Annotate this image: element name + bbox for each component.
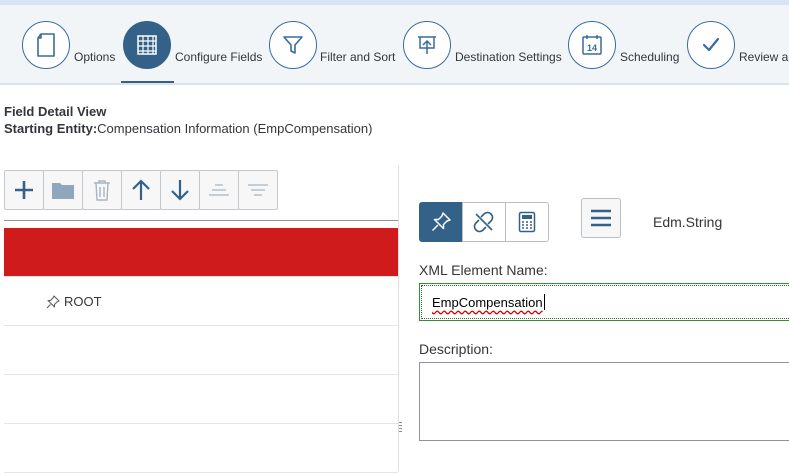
folder-icon — [52, 183, 74, 199]
splitter-grip-icon[interactable] — [399, 422, 402, 434]
move-up-button[interactable] — [121, 170, 161, 210]
calendar-day: 14 — [587, 43, 597, 53]
step-scheduling[interactable]: 14 Scheduling — [568, 5, 688, 83]
step-label: Destination Settings — [455, 50, 562, 64]
description-label: Description: — [419, 341, 493, 357]
align-center-button[interactable] — [238, 170, 278, 210]
add-icon — [15, 181, 33, 199]
align-top-button[interactable] — [199, 170, 239, 210]
step-options[interactable]: Options — [22, 5, 122, 83]
menu-button[interactable] — [581, 198, 621, 238]
tree-row-label: ROOT — [64, 294, 102, 309]
filter-icon — [269, 21, 317, 69]
field-detail-view-title: Field Detail View — [4, 104, 107, 119]
description-textarea[interactable] — [419, 362, 789, 441]
tree-row[interactable] — [4, 375, 398, 424]
step-label: Configure Fields — [175, 50, 263, 64]
step-filter-and-sort[interactable]: Filter and Sort — [269, 5, 402, 83]
calendar-icon: 14 — [568, 21, 616, 69]
tree-toolbar — [4, 170, 278, 210]
step-label: Scheduling — [620, 50, 680, 64]
step-label: Filter and Sort — [320, 50, 396, 64]
tree-row-root[interactable]: ROOT — [4, 277, 398, 326]
step-review[interactable]: Review ar — [687, 5, 789, 83]
move-down-button[interactable] — [160, 170, 200, 210]
unlink-type-button[interactable] — [462, 202, 506, 242]
arrow-up-icon — [132, 179, 150, 200]
calculator-icon — [518, 211, 536, 233]
step-configure-fields[interactable]: Configure Fields — [121, 5, 268, 83]
checkmark-icon — [687, 21, 735, 69]
text-caret — [543, 294, 545, 310]
field-tree: ROOT — [4, 220, 398, 473]
align-center-icon — [248, 184, 268, 196]
step-destination-settings[interactable]: Destination Settings — [403, 5, 567, 83]
field-type-selector — [419, 202, 549, 242]
add-button[interactable] — [4, 170, 44, 210]
xml-element-name-input[interactable]: EmpCompensation — [419, 283, 789, 321]
tree-row[interactable] — [4, 326, 398, 375]
trash-icon — [94, 180, 110, 201]
delete-button[interactable] — [82, 170, 122, 210]
step-label: Review ar — [739, 50, 789, 64]
tree-row[interactable] — [4, 424, 398, 473]
calculator-type-button[interactable] — [505, 202, 549, 242]
step-label: Options — [74, 50, 116, 64]
folder-button[interactable] — [43, 170, 83, 210]
pin-icon — [431, 212, 451, 232]
data-type-label: Edm.String — [653, 214, 723, 230]
document-icon — [22, 21, 70, 69]
pin-type-button[interactable] — [419, 202, 463, 242]
xml-element-name-label: XML Element Name: — [419, 262, 548, 278]
menu-icon — [591, 209, 611, 227]
unlink-icon — [473, 211, 494, 233]
grid-icon — [123, 21, 171, 69]
starting-entity-value: Compensation Information (EmpCompensatio… — [97, 121, 373, 136]
wizard-steps: Options Configure Fields Filter and Sort… — [0, 5, 789, 85]
pin-icon — [46, 295, 60, 314]
starting-entity: Starting Entity:Compensation Information… — [4, 121, 372, 136]
upload-screen-icon — [403, 21, 451, 69]
align-top-icon — [209, 184, 229, 196]
xml-element-name-value: EmpCompensation — [432, 294, 543, 310]
arrow-down-icon — [171, 180, 189, 201]
starting-entity-label: Starting Entity: — [4, 121, 98, 136]
tree-row[interactable] — [4, 228, 398, 277]
active-step-indicator — [121, 81, 174, 83]
